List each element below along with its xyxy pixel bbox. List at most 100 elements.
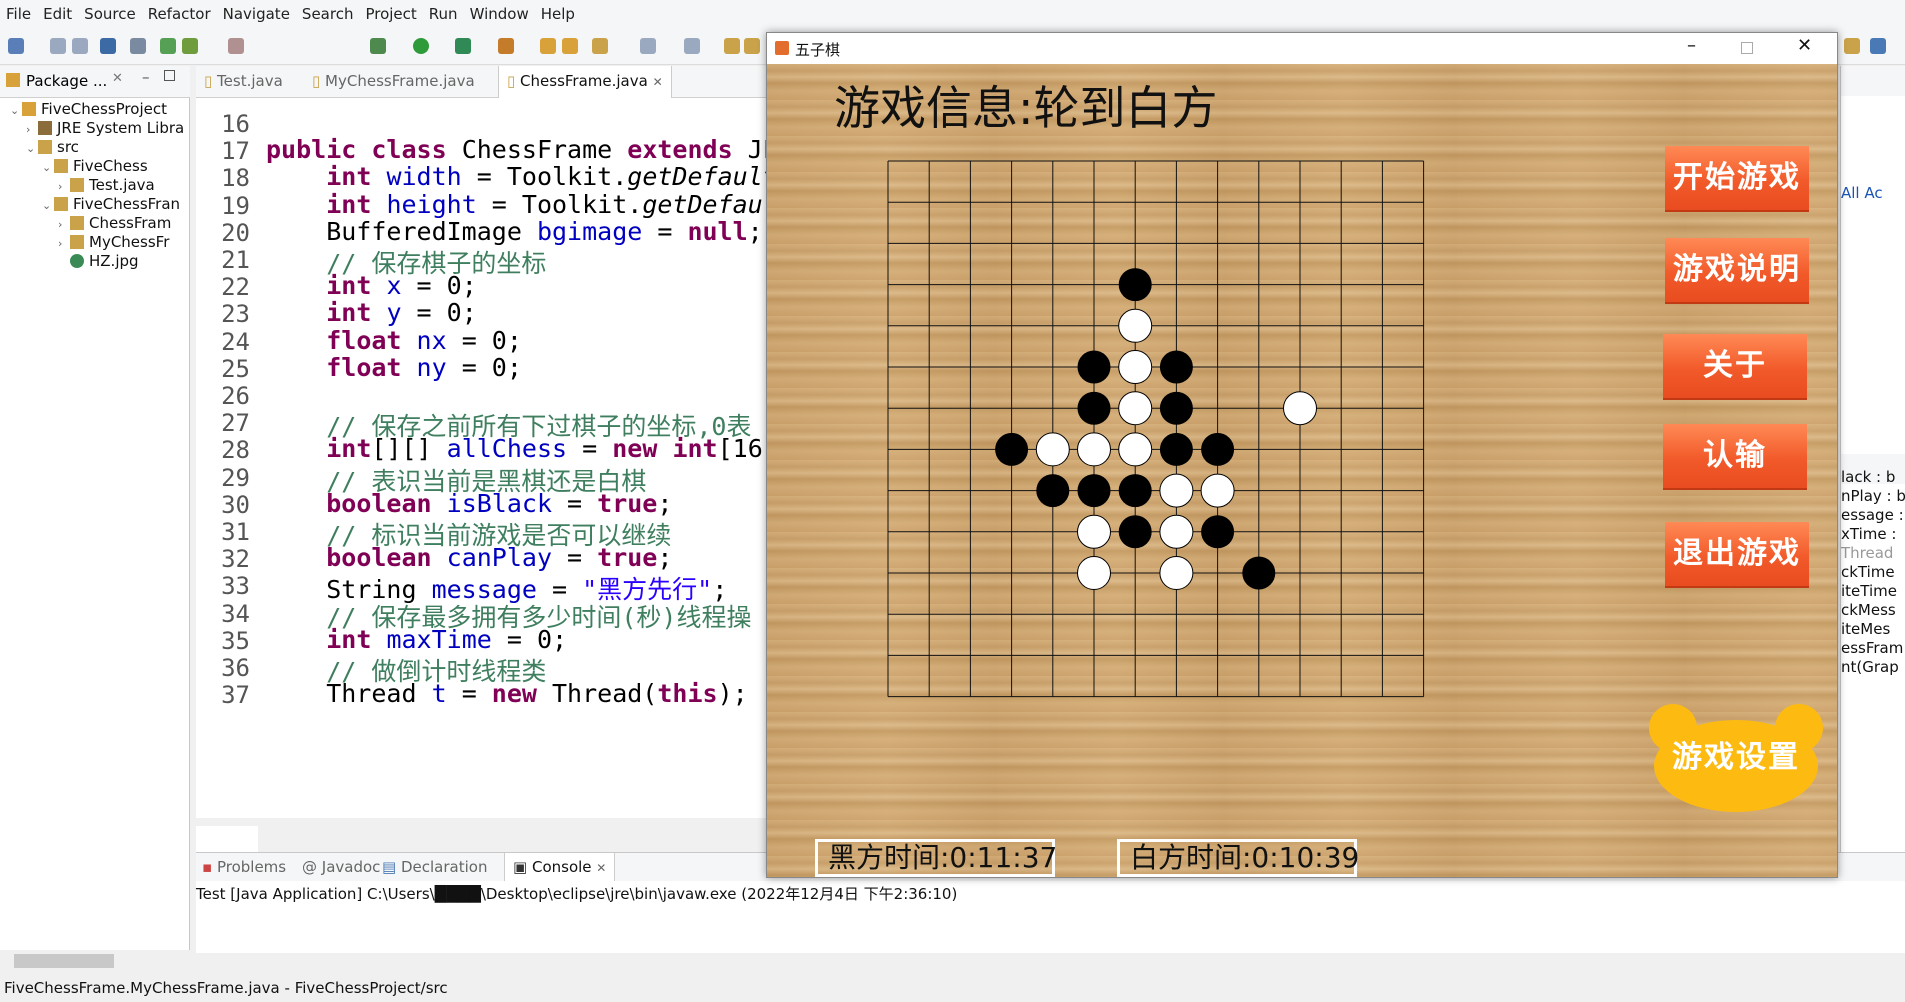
white-stone bbox=[1077, 556, 1111, 590]
tab-declaration[interactable]: ▤ Declaration bbox=[382, 858, 487, 876]
outline-item[interactable]: essFram bbox=[1841, 639, 1903, 657]
line-number: 28 bbox=[221, 436, 250, 465]
open-folder-icon[interactable] bbox=[562, 38, 578, 54]
outline-item[interactable]: nt(Grap bbox=[1841, 658, 1899, 676]
tab-problems[interactable]: ▪ Problems bbox=[202, 858, 286, 876]
debug-run-icon[interactable] bbox=[370, 38, 386, 54]
maximize-icon[interactable] bbox=[1741, 42, 1753, 54]
forward-icon[interactable] bbox=[744, 38, 760, 54]
tree-item[interactable]: › Test.java bbox=[58, 176, 155, 194]
tab-chessframe-java[interactable]: ▯ ChessFrame.java ✕ bbox=[498, 66, 672, 98]
exit-game-button[interactable]: 退出游戏 bbox=[1665, 522, 1809, 586]
tree-item[interactable]: › ChessFram bbox=[58, 214, 171, 232]
chevron-right-icon[interactable]: › bbox=[26, 123, 38, 136]
menu-refactor[interactable]: Refactor bbox=[142, 0, 217, 23]
tab-test-java[interactable]: ▯ Test.java bbox=[204, 72, 283, 90]
about-button[interactable]: 关于 bbox=[1663, 334, 1807, 398]
menu-edit[interactable]: Edit bbox=[37, 0, 78, 23]
outline-item[interactable]: ckTime bbox=[1841, 563, 1895, 581]
annotation-icon[interactable] bbox=[684, 38, 700, 54]
scrollbar-thumb[interactable] bbox=[14, 954, 114, 968]
all-link[interactable]: All Ac bbox=[1841, 184, 1883, 202]
chevron-right-icon[interactable]: › bbox=[58, 218, 70, 231]
outline-item[interactable]: lack : b bbox=[1841, 468, 1895, 486]
tree-item[interactable]: › MyChessFr bbox=[58, 233, 169, 251]
outline-item[interactable]: essage : bbox=[1841, 506, 1904, 524]
tree-item[interactable]: › JRE System Libra bbox=[26, 119, 184, 137]
menu-window[interactable]: Window bbox=[464, 0, 535, 23]
debug-icon[interactable] bbox=[160, 38, 176, 54]
outline-item[interactable]: iteTime bbox=[1841, 582, 1897, 600]
coverage-icon[interactable] bbox=[455, 38, 471, 54]
black-stone bbox=[1077, 474, 1111, 508]
search-icon[interactable] bbox=[640, 38, 656, 54]
outline-item[interactable]: iteMes bbox=[1841, 620, 1890, 638]
game-window: 五子棋 – ✕ 游戏信息:轮到白方 开始游戏 游戏说明 关于 认输 退出游戏 游… bbox=[766, 32, 1838, 878]
save-all-icon[interactable] bbox=[72, 38, 88, 54]
save-icon[interactable] bbox=[50, 38, 66, 54]
close-icon[interactable]: ✕ bbox=[112, 71, 123, 86]
black-stone bbox=[1242, 556, 1276, 590]
tree-item[interactable]: ⌄ src bbox=[26, 138, 79, 156]
chevron-down-icon[interactable]: ⌄ bbox=[10, 104, 22, 117]
outline-item[interactable]: Thread bbox=[1841, 544, 1893, 562]
chevron-down-icon[interactable]: ⌄ bbox=[42, 199, 54, 212]
outline-item[interactable]: ckMess bbox=[1841, 601, 1896, 619]
game-title-bar[interactable]: 五子棋 – ✕ bbox=[767, 33, 1837, 64]
editor-scrollbar[interactable] bbox=[196, 818, 766, 826]
run-icon[interactable] bbox=[413, 38, 429, 54]
outline-item[interactable]: xTime : bbox=[1841, 525, 1896, 543]
tree-item[interactable]: ⌄ FiveChessFran bbox=[42, 195, 180, 213]
menu-help[interactable]: Help bbox=[535, 0, 581, 23]
chevron-down-icon[interactable]: ⌄ bbox=[26, 142, 38, 155]
back-icon[interactable] bbox=[724, 38, 740, 54]
line-number: 35 bbox=[221, 626, 250, 655]
menu-navigate[interactable]: Navigate bbox=[217, 0, 296, 23]
tree-item[interactable]: ⌄ FiveChess bbox=[42, 157, 148, 175]
tab-javadoc[interactable]: @ Javadoc bbox=[302, 858, 380, 876]
tool-icon[interactable] bbox=[228, 38, 244, 54]
game-settings-button[interactable]: 游戏设置 bbox=[1643, 704, 1829, 812]
code-line: float ny = 0; bbox=[326, 352, 522, 382]
package-explorer-tab[interactable]: Package ... ✕ – bbox=[0, 66, 190, 98]
new-package-icon[interactable] bbox=[540, 38, 556, 54]
start-game-button[interactable]: 开始游戏 bbox=[1665, 146, 1809, 210]
resign-button[interactable]: 认输 bbox=[1663, 424, 1807, 488]
tab-console[interactable]: ▣ Console ✕ bbox=[504, 853, 616, 881]
tree-item[interactable]: HZ.jpg bbox=[58, 252, 139, 270]
game-rules-button[interactable]: 游戏说明 bbox=[1665, 238, 1809, 302]
line-number: 26 bbox=[221, 382, 250, 410]
menu-run[interactable]: Run bbox=[423, 0, 464, 23]
outline-item[interactable]: nPlay : b bbox=[1841, 487, 1905, 505]
tree-node-icon bbox=[70, 235, 84, 249]
terminal-icon[interactable] bbox=[100, 38, 116, 54]
java-perspective-icon[interactable] bbox=[1870, 38, 1886, 54]
game-canvas[interactable]: 游戏信息:轮到白方 开始游戏 游戏说明 关于 认输 退出游戏 游戏设置 黑方时间… bbox=[767, 64, 1837, 877]
horizontal-scrollbar[interactable] bbox=[0, 950, 190, 972]
minimize-icon[interactable]: – bbox=[1687, 35, 1696, 56]
menu-search[interactable]: Search bbox=[296, 0, 360, 23]
refresh-icon[interactable] bbox=[182, 38, 198, 54]
external-tools-icon[interactable] bbox=[498, 38, 514, 54]
new-icon[interactable] bbox=[8, 38, 24, 54]
black-stone bbox=[1159, 350, 1193, 384]
chevron-right-icon[interactable]: › bbox=[58, 180, 70, 193]
chevron-right-icon[interactable]: › bbox=[58, 237, 70, 250]
tab-mychessframe-java[interactable]: ▯ MyChessFrame.java bbox=[312, 72, 475, 90]
menu-project[interactable]: Project bbox=[359, 0, 422, 23]
minimize-icon[interactable]: – bbox=[142, 68, 150, 86]
editor-tabs: ▯ Test.java ▯ MyChessFrame.java ▯ ChessF… bbox=[196, 66, 766, 98]
menu-source[interactable]: Source bbox=[78, 0, 142, 23]
maximize-icon[interactable] bbox=[164, 70, 175, 81]
task-list-tab[interactable] bbox=[1841, 66, 1905, 96]
tree-item[interactable]: ⌄ FiveChessProject bbox=[10, 100, 167, 118]
console-scrollbar[interactable] bbox=[196, 953, 1905, 973]
pen-icon[interactable] bbox=[592, 38, 608, 54]
menu-file[interactable]: File bbox=[0, 0, 37, 23]
close-icon[interactable]: ✕ bbox=[1797, 35, 1812, 56]
white-stone bbox=[1159, 473, 1194, 508]
chevron-down-icon[interactable]: ⌄ bbox=[42, 161, 54, 174]
skip-breakpoints-icon[interactable] bbox=[130, 38, 146, 54]
code-line: int height = Toolkit.getDefau bbox=[326, 189, 763, 219]
perspective-icon[interactable] bbox=[1844, 38, 1860, 54]
